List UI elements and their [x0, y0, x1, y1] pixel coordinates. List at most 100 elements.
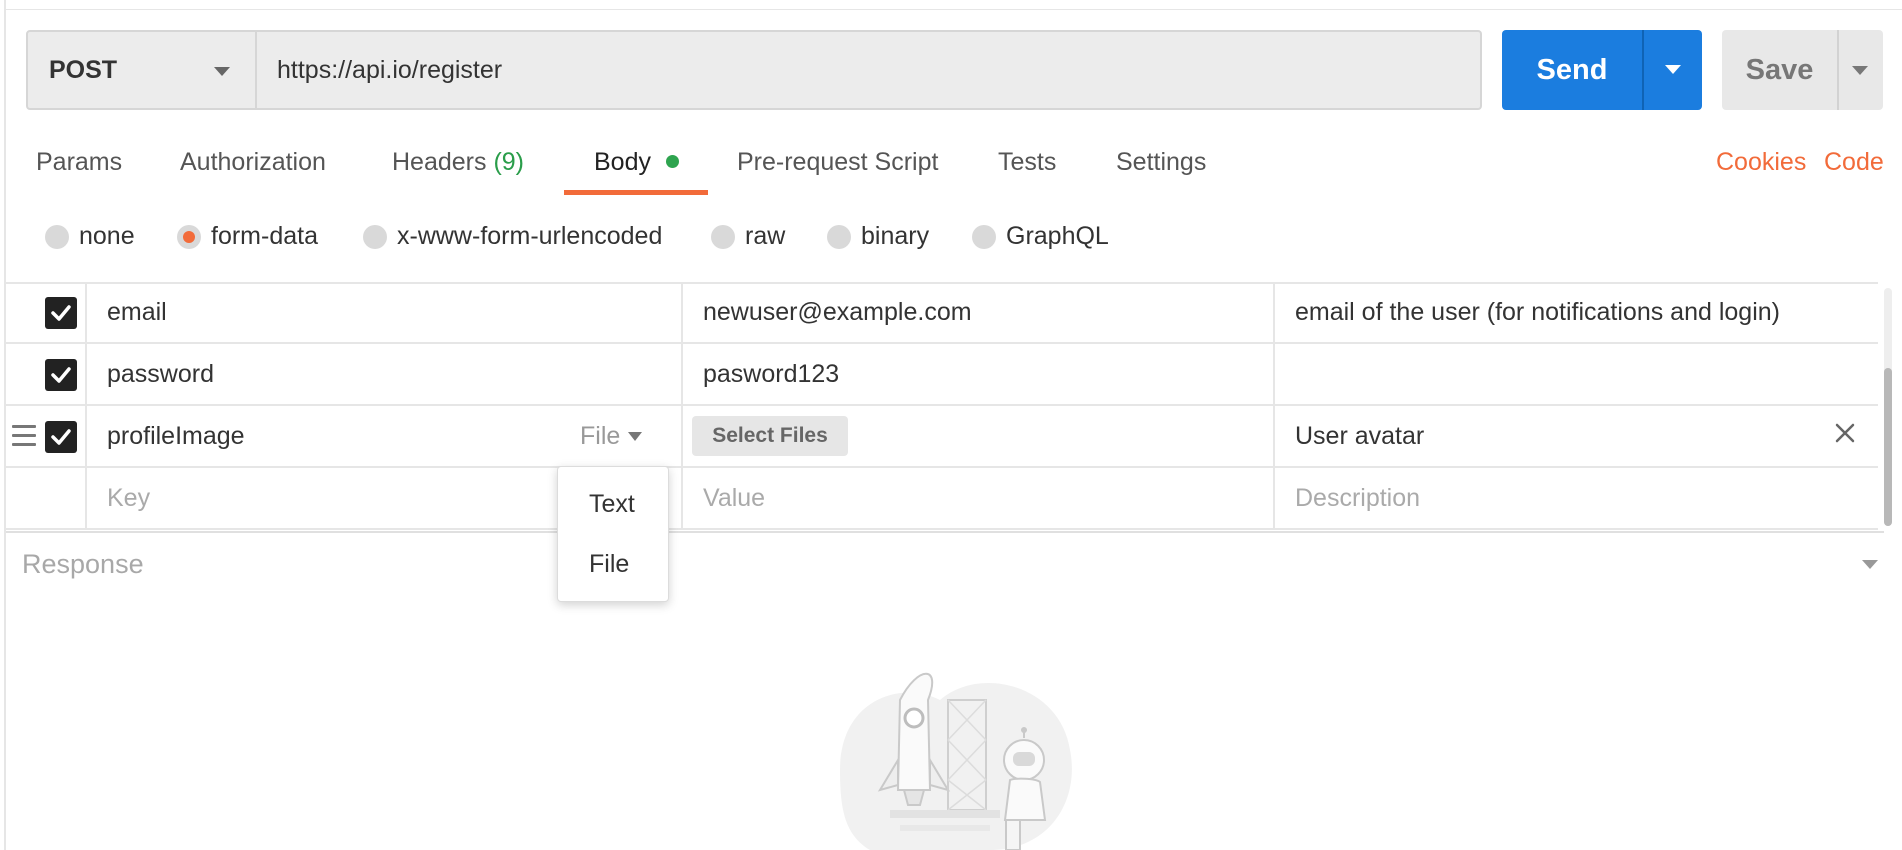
headers-count: (9) [493, 148, 525, 176]
tab-settings[interactable]: Settings [1116, 148, 1206, 177]
value-placeholder: Value [703, 484, 766, 512]
close-icon[interactable] [1834, 422, 1856, 449]
table-scrollbar[interactable] [1884, 288, 1892, 526]
value-text: newuser@example.com [703, 298, 972, 326]
radio-raw[interactable]: raw [711, 222, 785, 251]
method-label: POST [49, 55, 118, 84]
radio-circle-selected [177, 224, 201, 249]
description-cell[interactable]: User avatar [1275, 406, 1878, 466]
radio-label: GraphQL [1006, 222, 1109, 250]
tab-body[interactable]: Body [594, 148, 679, 177]
select-files-label: Select Files [712, 424, 828, 447]
tab-label: Settings [1116, 148, 1207, 176]
chevron-down-icon [214, 67, 230, 76]
save-label: Save [1745, 53, 1814, 86]
row-controls [6, 344, 87, 404]
cookies-link[interactable]: Cookies [1716, 148, 1806, 177]
scrollbar-thumb[interactable] [1884, 368, 1892, 526]
tab-label: Body [594, 148, 651, 176]
tab-label: Authorization [180, 148, 326, 176]
select-files-button[interactable]: Select Files [692, 416, 848, 456]
table-row-new: Key Value Description [6, 468, 1878, 530]
key-type-label: File [580, 422, 621, 450]
value-cell: Select Files [683, 406, 1275, 466]
radio-circle [972, 224, 996, 249]
key-placeholder: Key [107, 484, 151, 512]
row-controls [6, 468, 87, 528]
top-divider [6, 9, 1902, 10]
description-cell[interactable]: email of the user (for notifications and… [1275, 282, 1878, 342]
response-divider [6, 531, 1884, 533]
tab-label: Pre-request Script [737, 148, 939, 176]
send-button[interactable]: Send [1502, 30, 1642, 110]
save-options-button[interactable] [1837, 30, 1883, 110]
response-header[interactable]: Response [22, 549, 144, 580]
active-tab-indicator [564, 190, 708, 195]
value-cell[interactable]: newuser@example.com [683, 282, 1275, 342]
tab-authorization[interactable]: Authorization [180, 148, 326, 177]
table-row: email newuser@example.com email of the u… [6, 282, 1878, 344]
radio-circle [363, 224, 387, 249]
tab-label: Params [36, 148, 123, 176]
tab-tests[interactable]: Tests [998, 148, 1056, 177]
radio-circle [827, 224, 851, 249]
url-text: https://api.io/register [277, 55, 503, 84]
key-text: email [107, 298, 167, 326]
radio-label: raw [745, 222, 786, 250]
radio-none[interactable]: none [45, 222, 135, 251]
radio-label: x-www-form-urlencoded [397, 222, 663, 250]
key-cell[interactable]: password [87, 344, 683, 404]
row-checkbox[interactable] [45, 359, 77, 391]
radio-binary[interactable]: binary [827, 222, 929, 251]
checkmark-icon [51, 305, 71, 321]
radio-graphql[interactable]: GraphQL [972, 222, 1109, 251]
value-cell[interactable]: pasword123 [683, 344, 1275, 404]
code-link[interactable]: Code [1824, 148, 1884, 177]
key-type-menu: Text File [557, 466, 669, 602]
radio-label: form-data [211, 222, 318, 250]
row-checkbox[interactable] [45, 421, 77, 453]
drag-handle-icon[interactable] [12, 425, 36, 452]
tab-pre-request-script[interactable]: Pre-request Script [737, 148, 938, 177]
status-dot-icon [665, 155, 679, 168]
send-label: Send [1536, 53, 1608, 86]
tab-headers[interactable]: Headers (9) [392, 148, 524, 177]
key-cell[interactable]: email [87, 282, 683, 342]
menu-item-text[interactable]: Text [558, 477, 668, 531]
checkmark-icon [51, 367, 71, 383]
description-text: User avatar [1295, 422, 1425, 450]
tab-label: Headers [392, 148, 487, 176]
row-checkbox[interactable] [45, 297, 77, 329]
tab-params[interactable]: Params [36, 148, 122, 177]
description-cell[interactable] [1275, 344, 1878, 404]
chevron-down-icon[interactable] [1862, 560, 1878, 569]
radio-x-www-form-urlencoded[interactable]: x-www-form-urlencoded [363, 222, 662, 251]
row-controls [6, 282, 87, 342]
table-row: password pasword123 [6, 344, 1878, 406]
table-row: profileImage File Select Files User avat… [6, 406, 1878, 468]
radio-label: none [79, 222, 135, 250]
value-text: pasword123 [703, 360, 840, 388]
chevron-down-icon [1852, 66, 1868, 75]
key-cell[interactable]: profileImage File [87, 406, 683, 466]
chevron-down-icon [628, 432, 643, 441]
method-select[interactable]: POST [26, 30, 257, 110]
key-text: profileImage [107, 422, 245, 450]
value-cell[interactable]: Value [683, 468, 1275, 528]
save-button[interactable]: Save [1722, 30, 1837, 110]
key-type-select[interactable]: File [580, 422, 643, 451]
description-placeholder: Description [1295, 484, 1421, 512]
rocket-astronaut-illustration [840, 672, 1072, 850]
tab-label: Tests [998, 148, 1057, 176]
menu-item-file[interactable]: File [558, 537, 668, 591]
send-options-button[interactable] [1642, 30, 1702, 110]
row-controls [6, 406, 87, 466]
description-cell[interactable]: Description [1275, 468, 1878, 528]
description-text: email of the user (for notifications and… [1295, 298, 1780, 326]
key-text: password [107, 360, 214, 388]
url-input[interactable]: https://api.io/register [257, 30, 1482, 110]
checkmark-icon [51, 429, 71, 445]
chevron-down-icon [1665, 65, 1681, 74]
radio-form-data[interactable]: form-data [177, 222, 318, 251]
radio-label: binary [861, 222, 930, 250]
